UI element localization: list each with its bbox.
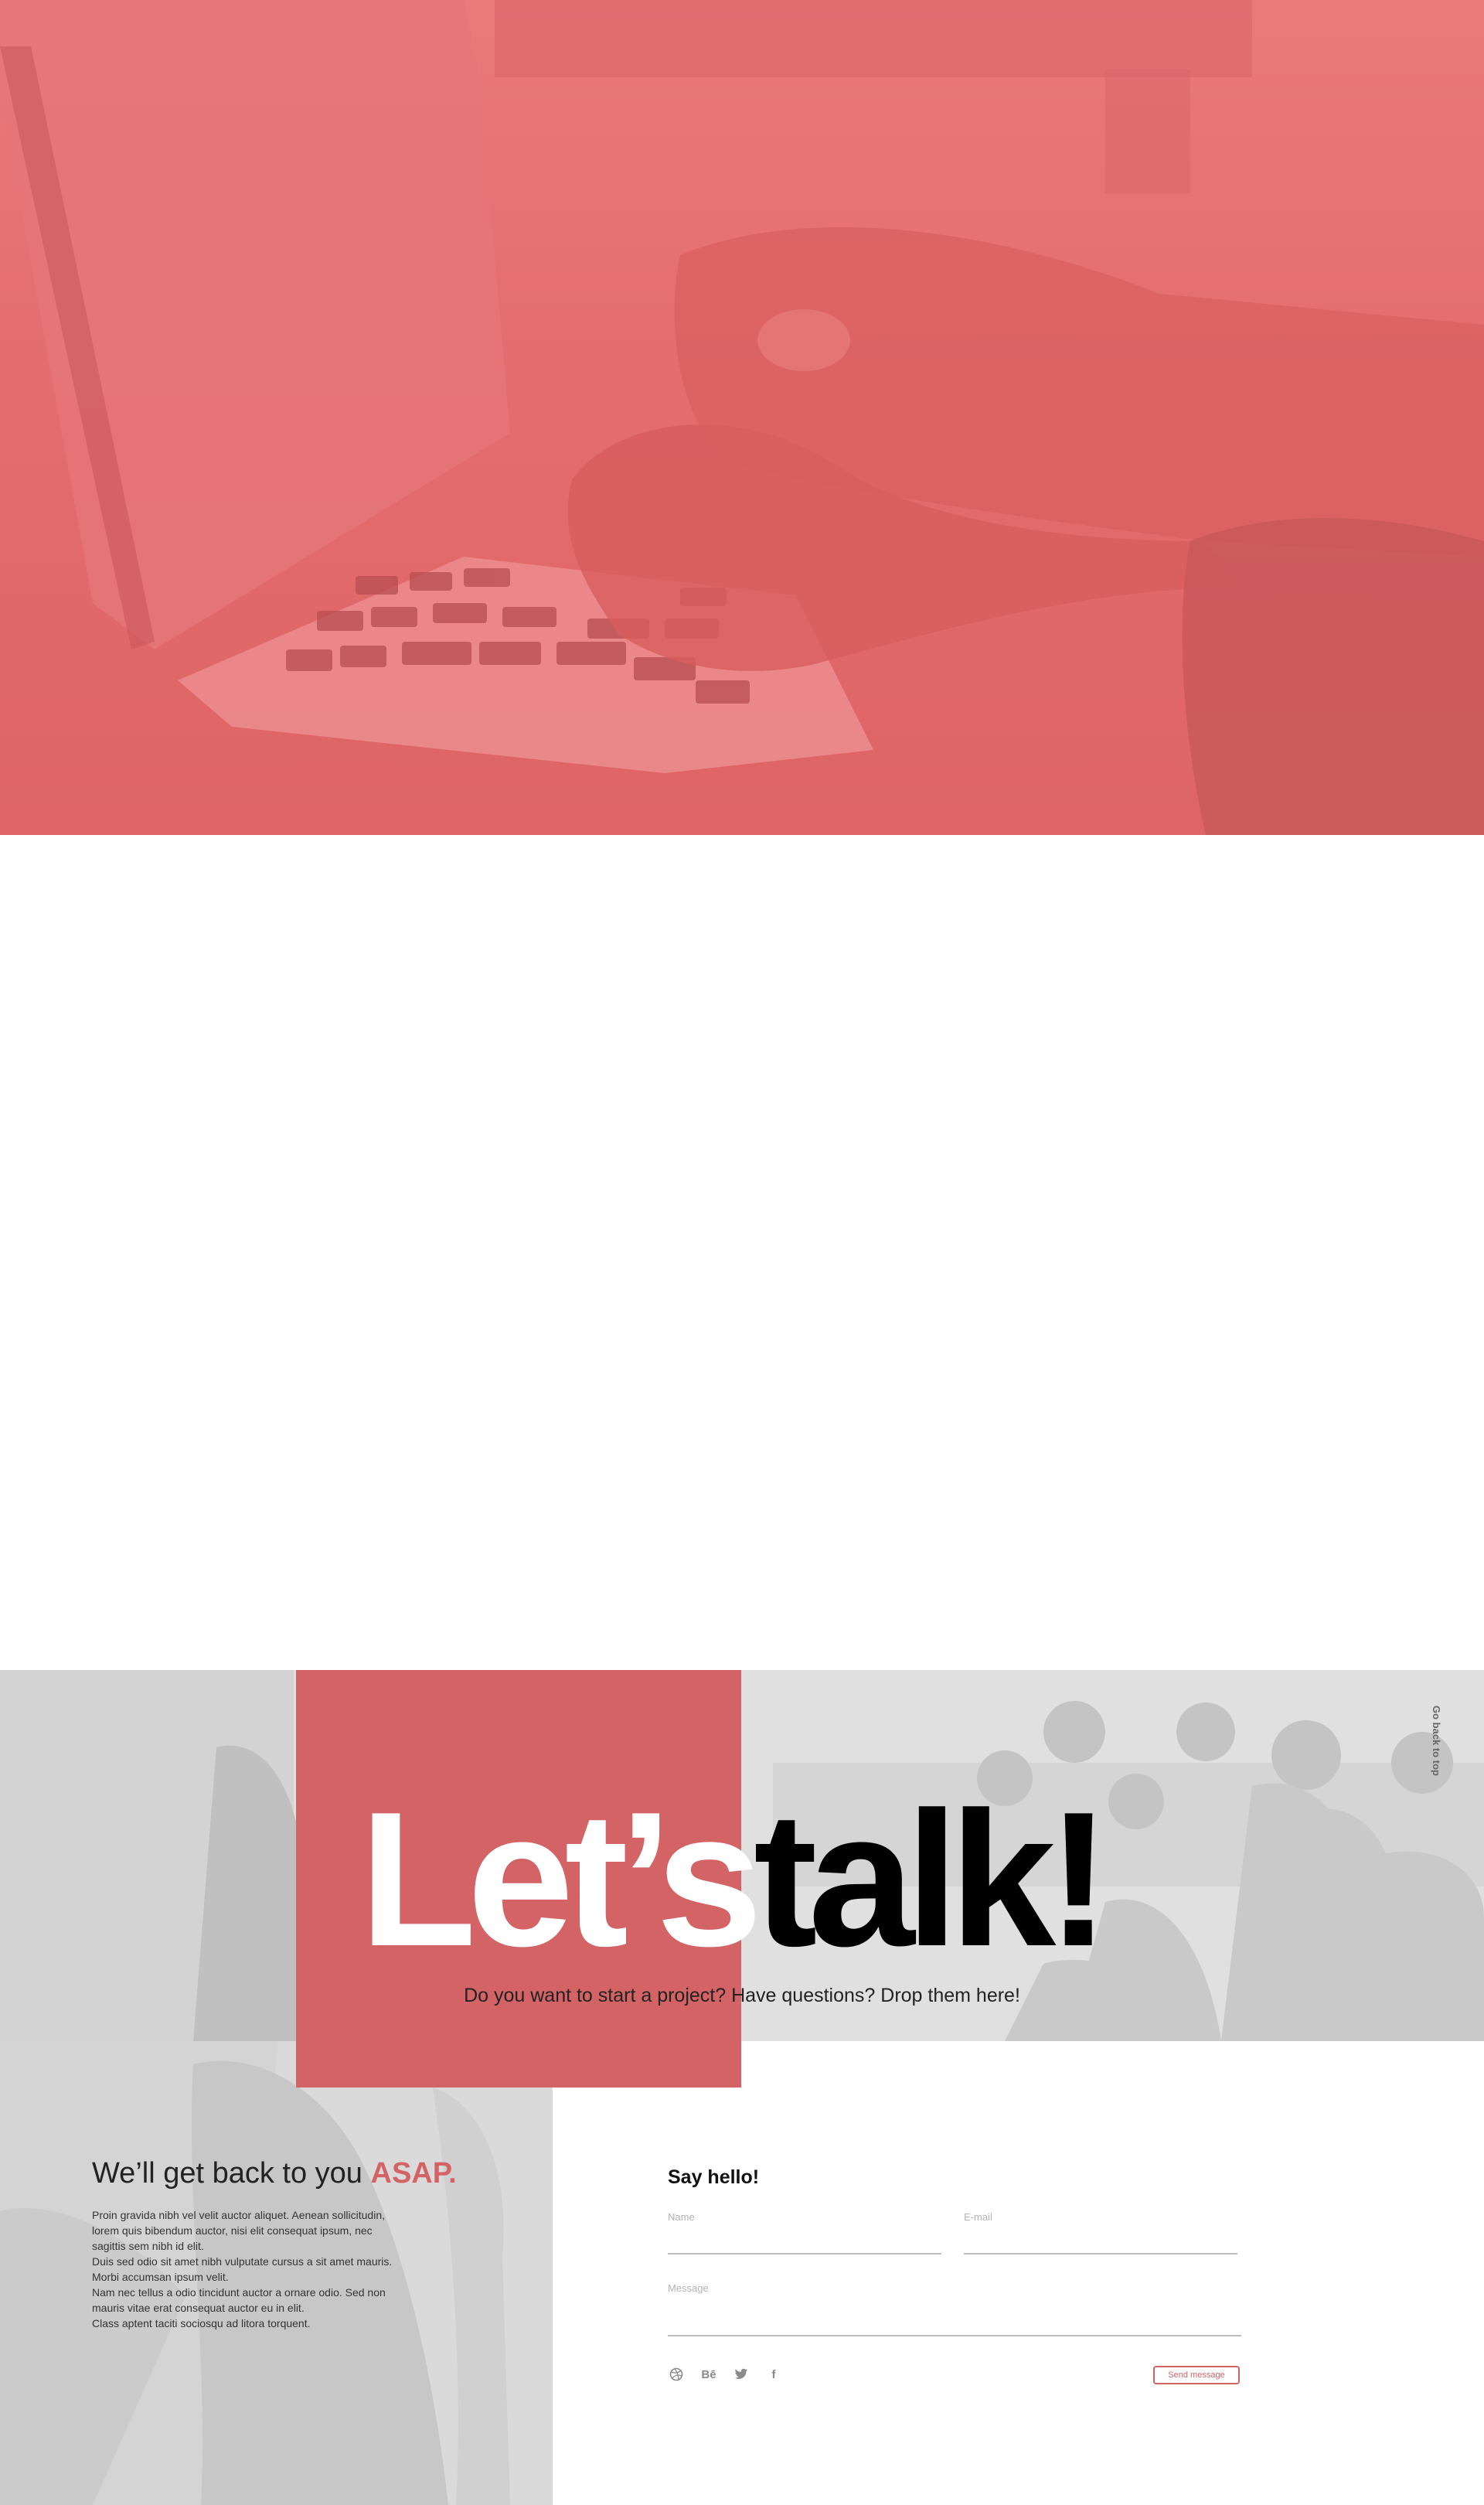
headline-talk: talk! <box>754 1771 1111 1986</box>
intro-title: We’ll get back to you ASAP. <box>92 2157 457 2190</box>
back-to-top-link[interactable]: Go back to top <box>1427 1706 1448 1783</box>
intro-line: lorem quis bibendum auctor, nisi elit co… <box>92 2224 373 2237</box>
intro-line: Duis sed odio sit amet nibh vulputate cu… <box>92 2255 393 2268</box>
message-underline <box>668 2335 1241 2336</box>
email-field[interactable]: E-mail <box>964 2211 1237 2254</box>
back-to-top-label: Go back to top <box>1431 1706 1442 1776</box>
name-label: Name <box>668 2211 695 2223</box>
intro-line: Class aptent taciti sociosqu ad litora t… <box>92 2317 311 2329</box>
behance-icon[interactable]: Bē <box>700 2366 717 2383</box>
headline-lets: Let’s <box>359 1771 763 1986</box>
intro-line: sagittis sem nibh id elit. <box>92 2240 204 2252</box>
intro-line: Morbi accumsan ipsum velit. <box>92 2271 229 2283</box>
intro-title-text: We’ll get back to you <box>92 2157 362 2190</box>
dribbble-icon[interactable] <box>668 2366 685 2383</box>
contact-subline: Do you want to start a project? Have que… <box>464 1985 1020 2006</box>
name-underline <box>668 2253 941 2254</box>
lets-talk-headline: Let’s talk! <box>0 1778 1484 1979</box>
email-label: E-mail <box>964 2211 992 2223</box>
send-message-button[interactable]: Send message <box>1153 2366 1240 2384</box>
intro-line: Nam nec tellus a odio tincidunt auctor a… <box>92 2286 386 2299</box>
email-underline <box>964 2253 1237 2254</box>
twitter-icon[interactable] <box>733 2366 750 2383</box>
intro-line: mauris vitae erat consequat auctor eu in… <box>92 2302 305 2314</box>
name-field[interactable]: Name <box>668 2211 941 2254</box>
intro-paragraph: Proin gravida nibh vel velit auctor aliq… <box>92 2207 432 2331</box>
intro-line: Proin gravida nibh vel velit auctor aliq… <box>92 2209 386 2221</box>
laptop-typing-illustration <box>0 0 1484 835</box>
message-label: Message <box>668 2282 709 2294</box>
facebook-icon[interactable]: f <box>765 2366 782 2383</box>
form-title: Say hello! <box>668 2166 760 2188</box>
hero-photo <box>0 0 1484 835</box>
message-field[interactable]: Message <box>668 2282 1241 2336</box>
intro-title-accent: ASAP. <box>370 2157 457 2190</box>
